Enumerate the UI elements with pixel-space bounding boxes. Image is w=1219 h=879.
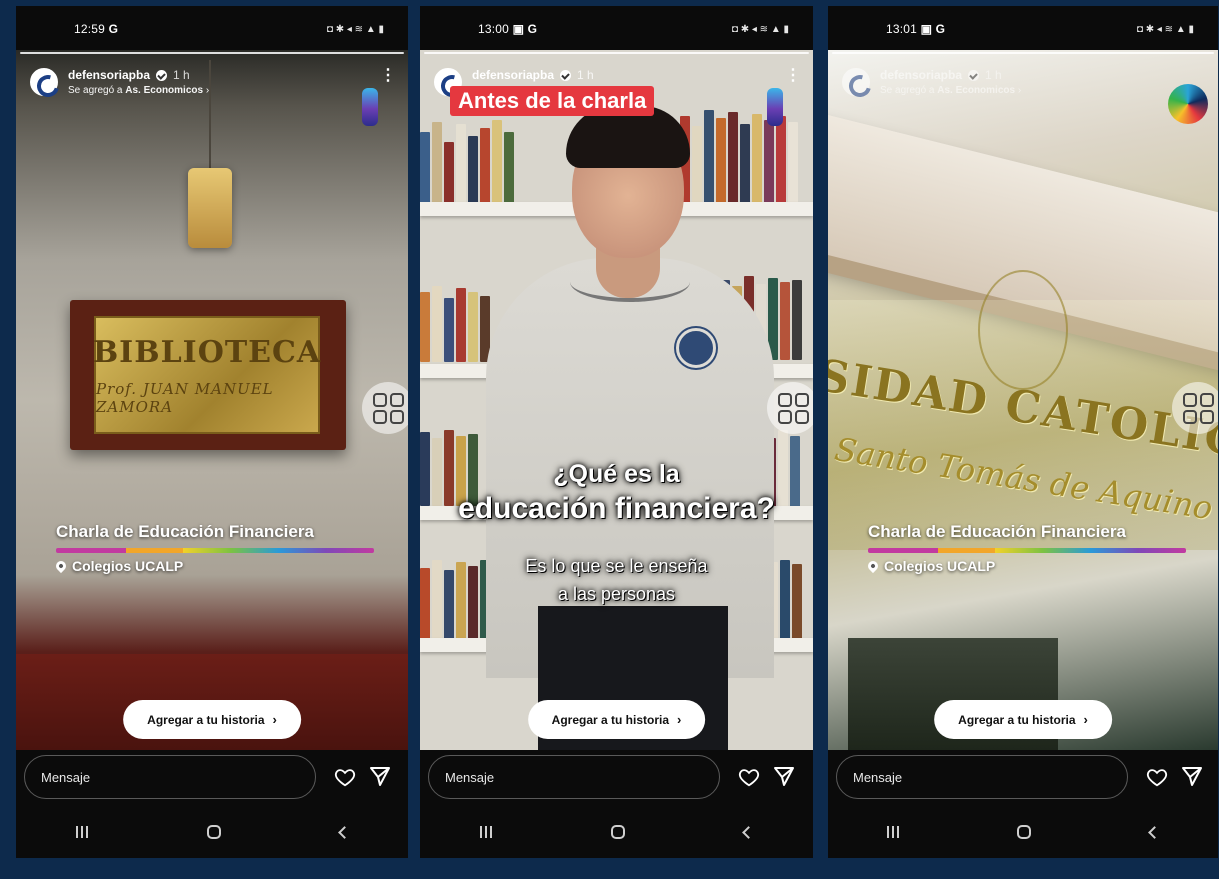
post-age: 1 h bbox=[577, 68, 594, 82]
send-icon[interactable] bbox=[772, 764, 796, 788]
location-place: Colegios UCALP bbox=[72, 558, 184, 574]
story-progress-bar bbox=[424, 52, 809, 54]
location-sticker[interactable]: Charla de Educación Financiera Colegios … bbox=[865, 522, 1186, 574]
phone-screenshot-2: 13:00 ▣ G ◘ ✱ ◂ ≋ ▲ ▮ defensoriapba 1 h … bbox=[420, 6, 813, 858]
bottom-bar bbox=[420, 750, 813, 858]
brand-sticker bbox=[1168, 84, 1208, 124]
verified-icon bbox=[156, 69, 168, 81]
highlight-added-link[interactable]: Se agregó a As. Economicos › bbox=[68, 85, 209, 96]
bookshelf-mid-left bbox=[420, 286, 490, 362]
library-plaque: BIBLIOTECA Prof. JUAN MANUEL ZAMORA bbox=[92, 316, 322, 434]
story-progress-bar bbox=[832, 52, 1214, 54]
status-time: 13:00 ▣ G bbox=[478, 22, 538, 36]
back-icon[interactable] bbox=[742, 825, 756, 839]
avatar[interactable] bbox=[30, 68, 58, 96]
back-icon[interactable] bbox=[337, 825, 351, 839]
rainbow-bar bbox=[868, 548, 1186, 553]
plaque-title: BIBLIOTECA bbox=[92, 334, 322, 370]
story-tag-label: Antes de la charla bbox=[450, 86, 655, 116]
phone-screenshot-3: 13:01 ▣ G ◘ ✱ ◂ ≋ ▲ ▮ SIDAD CATOLICA DE … bbox=[828, 6, 1218, 858]
chevron-right-icon: › bbox=[272, 712, 277, 727]
message-input[interactable] bbox=[836, 755, 1128, 799]
brand-sticker bbox=[362, 88, 378, 126]
story-progress-bar bbox=[20, 52, 404, 54]
recent-apps-icon[interactable] bbox=[75, 826, 88, 838]
bottom-bar bbox=[16, 750, 408, 858]
account-name[interactable]: defensoriapba bbox=[880, 68, 962, 82]
bookshelf-top-left bbox=[420, 120, 514, 212]
status-bar: 13:00 ▣ G ◘ ✱ ◂ ≋ ▲ ▮ bbox=[420, 6, 813, 52]
grid-icon[interactable] bbox=[767, 382, 813, 434]
story-content[interactable]: BIBLIOTECA Prof. JUAN MANUEL ZAMORA defe… bbox=[16, 50, 408, 750]
shirt-collar bbox=[570, 262, 690, 302]
location-title: Charla de Educación Financiera bbox=[56, 522, 314, 541]
system-nav-bar bbox=[420, 812, 813, 852]
post-age: 1 h bbox=[985, 68, 1002, 82]
account-name[interactable]: defensoriapba bbox=[472, 68, 554, 82]
caption-line-2: educación financiera? bbox=[458, 492, 775, 525]
message-input[interactable] bbox=[428, 755, 720, 799]
home-icon[interactable] bbox=[610, 825, 625, 839]
more-icon[interactable]: ⋮ bbox=[785, 68, 801, 84]
caption-line-3: Es lo que se le enseña bbox=[525, 556, 708, 576]
header-text: defensoriapba 1 h bbox=[472, 68, 594, 82]
status-icons: ◘ ✱ ◂ ≋ ▲ ▮ bbox=[731, 23, 789, 35]
university-crest bbox=[978, 270, 1068, 390]
add-to-story-button[interactable]: Agregar a tu historia › bbox=[123, 700, 301, 739]
grid-icon[interactable] bbox=[1172, 382, 1218, 434]
caption-line-1: ¿Qué es la bbox=[553, 460, 680, 488]
verified-icon bbox=[968, 69, 980, 81]
location-sticker[interactable]: Charla de Educación Financiera Colegios … bbox=[53, 522, 374, 574]
status-time: 13:01 ▣ G bbox=[886, 22, 946, 36]
header-text: defensoriapba 1 h Se agregó a As. Econom… bbox=[68, 68, 209, 96]
location-place: Colegios UCALP bbox=[884, 558, 996, 574]
status-bar: 12:59 G ◘ ✱ ◂ ≋ ▲ ▮ bbox=[16, 6, 408, 52]
story-content[interactable]: SIDAD CATOLICA DE LA P Santo Tomás de Aq… bbox=[828, 50, 1218, 750]
account-name[interactable]: defensoriapba bbox=[68, 68, 150, 82]
grid-icon[interactable] bbox=[362, 382, 408, 434]
add-to-story-button[interactable]: Agregar a tu historia › bbox=[527, 700, 706, 739]
bottom-bar bbox=[828, 750, 1218, 858]
phone-screenshot-1: 12:59 G ◘ ✱ ◂ ≋ ▲ ▮ BIBLIOTECA Prof. JUA… bbox=[16, 6, 408, 858]
location-title: Charla de Educación Financiera bbox=[868, 522, 1126, 541]
send-icon[interactable] bbox=[1180, 764, 1204, 788]
system-nav-bar bbox=[16, 812, 408, 852]
system-nav-bar bbox=[828, 812, 1218, 852]
status-time: 12:59 G bbox=[74, 22, 119, 36]
location-pin-icon bbox=[53, 558, 69, 574]
home-icon[interactable] bbox=[1017, 825, 1032, 839]
verified-icon bbox=[560, 69, 572, 81]
heart-icon[interactable] bbox=[334, 766, 356, 788]
school-logo bbox=[676, 328, 716, 368]
status-icons: ◘ ✱ ◂ ≋ ▲ ▮ bbox=[1136, 23, 1194, 35]
status-icons: ◘ ✱ ◂ ≋ ▲ ▮ bbox=[326, 23, 384, 35]
message-input[interactable] bbox=[24, 755, 316, 799]
chevron-right-icon: › bbox=[677, 712, 682, 727]
header-text: defensoriapba 1 h Se agregó a As. Econom… bbox=[880, 68, 1021, 96]
wall-lamp bbox=[188, 168, 232, 248]
brand-sticker bbox=[767, 88, 783, 126]
location-pin-icon bbox=[865, 558, 881, 574]
story-header: defensoriapba 1 h Se agregó a As. Econom… bbox=[30, 68, 396, 96]
caption-line-4: a las personas bbox=[557, 584, 676, 604]
story-header: defensoriapba 1 h Se agregó a As. Econom… bbox=[842, 68, 1206, 96]
heart-icon[interactable] bbox=[1146, 766, 1168, 788]
send-icon[interactable] bbox=[368, 764, 392, 788]
more-icon[interactable]: ⋮ bbox=[380, 68, 396, 84]
highlight-added-link[interactable]: Se agregó a As. Economicos › bbox=[880, 85, 1021, 96]
back-icon[interactable] bbox=[1147, 825, 1161, 839]
post-age: 1 h bbox=[173, 68, 190, 82]
chevron-right-icon: › bbox=[1083, 712, 1088, 727]
status-bar: 13:01 ▣ G ◘ ✱ ◂ ≋ ▲ ▮ bbox=[828, 6, 1218, 52]
add-to-story-button[interactable]: Agregar a tu historia › bbox=[934, 700, 1112, 739]
rainbow-bar bbox=[56, 548, 374, 553]
plaque-subtitle: Prof. JUAN MANUEL ZAMORA bbox=[96, 379, 274, 416]
home-icon[interactable] bbox=[206, 825, 221, 839]
story-content[interactable]: defensoriapba 1 h ⋮ Antes de la charla ¿… bbox=[420, 50, 813, 750]
avatar[interactable] bbox=[842, 68, 870, 96]
recent-apps-icon[interactable] bbox=[887, 826, 900, 838]
recent-apps-icon[interactable] bbox=[479, 826, 492, 838]
heart-icon[interactable] bbox=[738, 766, 760, 788]
